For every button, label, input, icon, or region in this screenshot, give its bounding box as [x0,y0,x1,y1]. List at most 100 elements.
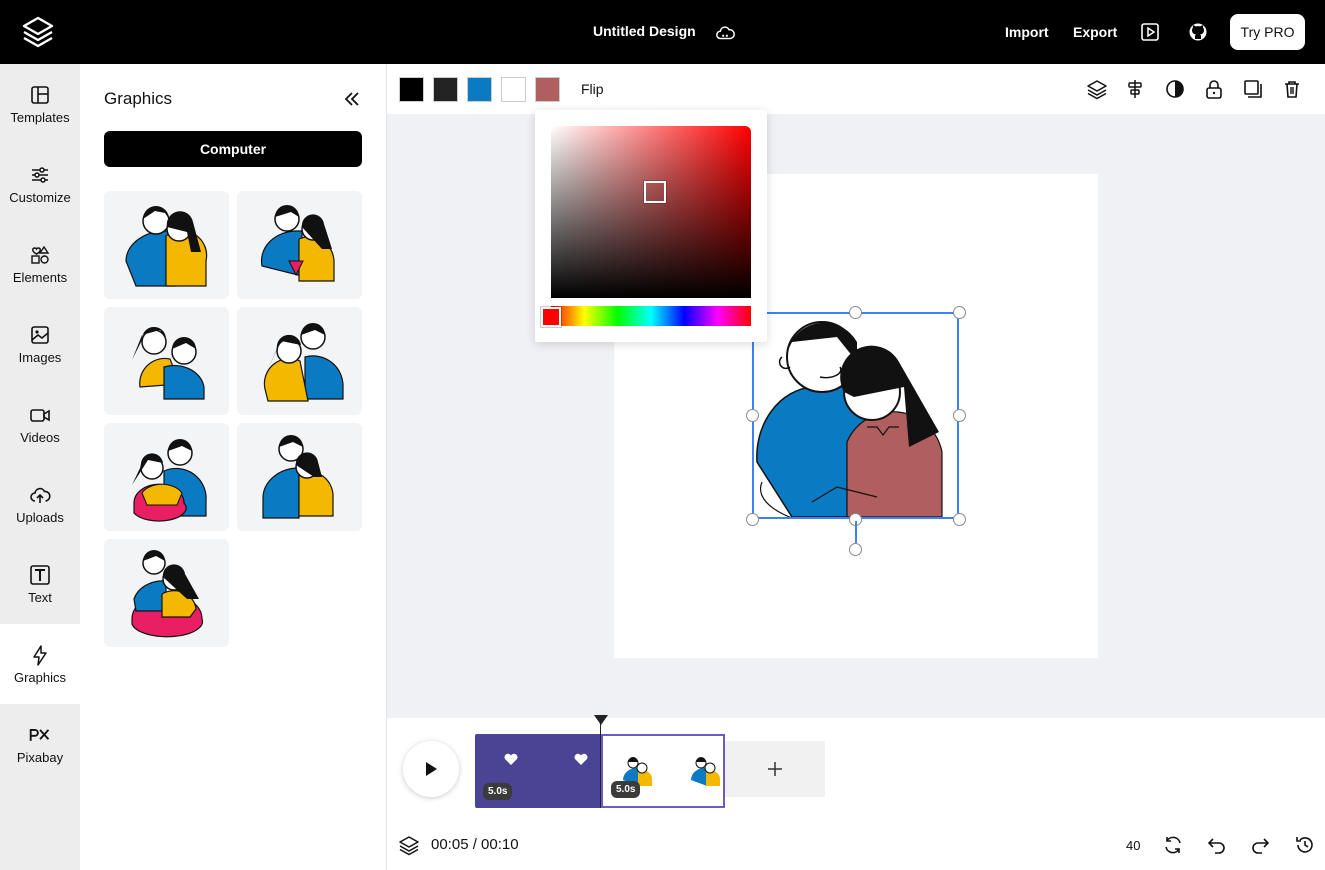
opacity-icon[interactable] [1164,78,1186,100]
flip-button[interactable]: Flip [581,81,604,97]
graphic-thumbnail-7[interactable] [104,539,229,647]
layers-icon[interactable] [398,834,420,856]
collapse-panel-icon[interactable] [342,89,362,109]
align-icon[interactable] [1124,78,1146,100]
rail-item-templates[interactable]: Templates [0,64,80,144]
cloud-upload-icon [30,487,51,503]
heart-icon [504,753,518,765]
rail-item-graphics[interactable]: Graphics [0,624,80,704]
video-icon [30,409,50,422]
graphic-thumbnail-2[interactable] [237,191,362,299]
playhead-line[interactable] [600,716,601,808]
color-swatch-white[interactable] [501,77,526,102]
rail-label: Uploads [16,510,64,525]
resize-handle-br[interactable] [953,513,966,526]
couple-illustration-icon [131,550,204,638]
graphics-panel: Graphics Computer [80,64,387,870]
heart-icon [574,753,588,765]
left-rail: Templates Customize Elements Images Vide… [0,64,80,870]
templates-icon [31,86,49,104]
add-clip-button[interactable] [725,741,825,797]
lock-icon[interactable] [1203,78,1225,100]
computer-upload-button[interactable]: Computer [104,131,362,167]
rail-label: Elements [12,270,68,285]
rail-item-elements[interactable]: Elements [0,224,80,304]
lightning-icon [33,645,47,666]
cloud-sync-icon [716,26,735,40]
graphic-thumbnail-1[interactable] [104,191,229,299]
document-title[interactable]: Untitled Design [593,23,696,39]
undo-icon[interactable] [1205,834,1227,856]
playhead-marker[interactable] [594,715,608,725]
text-icon [30,565,50,585]
graphic-thumbnail-6[interactable] [237,423,362,531]
export-link[interactable]: Export [1073,24,1117,40]
color-swatch-dark[interactable] [433,77,458,102]
rail-label: Templates [10,110,70,125]
import-link[interactable]: Import [1005,24,1049,40]
timeline-clip-1[interactable]: 5.0s [475,734,601,808]
time-display: 00:05 / 00:10 [431,836,519,853]
graphic-thumbnail-3[interactable] [104,307,229,415]
couple-illustration-icon [263,323,344,402]
color-swatch-blue[interactable] [467,77,492,102]
couple-illustration-icon [260,205,335,282]
rail-label: Pixabay [16,750,64,765]
layers-icon[interactable] [1086,78,1108,100]
plus-icon [768,762,782,776]
image-icon [31,326,49,344]
trash-icon[interactable] [1281,78,1303,100]
top-bar: Untitled Design Import Export Try PRO [0,0,1325,64]
couple-illustration-icon [690,757,721,786]
refresh-icon[interactable] [1162,834,1184,856]
rail-item-text[interactable]: Text [0,544,80,624]
resize-handle-bl[interactable] [746,513,759,526]
couple-illustration-icon [125,206,208,287]
pixabay-icon [29,728,50,741]
color-swatch-rose[interactable] [535,77,560,102]
timeline-clip-2[interactable]: 5.0s [601,734,725,808]
rail-item-images[interactable]: Images [0,304,80,384]
couple-illustration-icon [262,435,334,519]
resize-handle-r[interactable] [953,409,966,422]
zoom-level[interactable]: 40 [1126,838,1140,853]
rail-item-pixabay[interactable]: Pixabay [0,704,80,784]
color-swatch-black[interactable] [399,77,424,102]
clip-duration-badge: 5.0s [483,783,513,800]
resize-handle-l[interactable] [746,409,759,422]
history-icon[interactable] [1294,834,1316,856]
graphic-thumbnail-5[interactable] [104,423,229,531]
rotate-stem [855,521,857,543]
app-logo-icon[interactable] [20,14,56,50]
panel-title: Graphics [104,89,173,108]
rail-label: Images [18,350,62,365]
try-pro-button[interactable]: Try PRO [1230,14,1305,50]
github-icon[interactable] [1188,22,1208,42]
saturation-value-area[interactable] [551,126,751,298]
color-picker-popover [535,110,767,342]
duplicate-icon[interactable] [1242,78,1264,100]
couple-illustration-icon [132,439,207,522]
rail-label: Videos [20,430,60,445]
rail-item-customize[interactable]: Customize [0,144,80,224]
resize-handle-tr[interactable] [953,306,966,319]
saturation-cursor[interactable] [644,181,666,203]
rail-label: Text [28,590,52,605]
hue-slider[interactable] [551,306,751,326]
redo-icon[interactable] [1250,834,1272,856]
rail-label: Graphics [13,670,67,685]
rotate-handle[interactable] [849,543,862,556]
editor-toolbar: Flip [387,64,1325,114]
graphic-thumbnail-4[interactable] [237,307,362,415]
shapes-icon [31,245,50,264]
rail-item-videos[interactable]: Videos [0,384,80,464]
hue-slider-handle[interactable] [541,307,561,327]
play-icon [426,762,437,776]
resize-handle-t[interactable] [849,306,862,319]
play-button[interactable] [403,741,459,797]
couple-illustration-icon [132,326,205,400]
preview-play-icon[interactable] [1140,22,1160,42]
sliders-icon [32,167,48,183]
rail-item-uploads[interactable]: Uploads [0,464,80,544]
clip-duration-badge: 5.0s [611,781,641,798]
